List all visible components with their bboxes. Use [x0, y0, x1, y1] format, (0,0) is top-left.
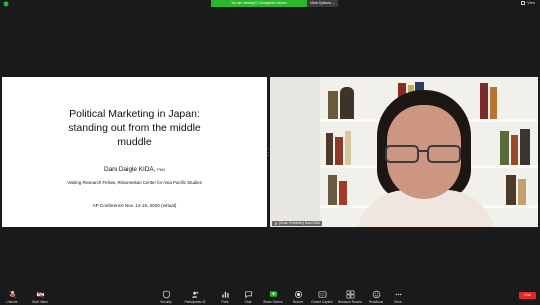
shield-icon	[162, 290, 170, 299]
slide-affiliation: Visiting Research Fellow, Ritsumeikan Ce…	[67, 180, 202, 185]
slide-title-line: standing out from the middle	[68, 122, 201, 134]
view-options-button[interactable]: View Options ⌄	[307, 0, 338, 7]
video-wall	[270, 77, 320, 227]
video-camera-off-icon	[36, 291, 44, 299]
participants-icon	[191, 291, 198, 298]
closed-caption-label: Closed Caption	[311, 300, 333, 304]
participant-name-tag: (Chair, Presenter) Dani KIDA	[272, 221, 322, 226]
breakout-rooms-icon	[346, 290, 354, 299]
chat-label: Chat	[244, 300, 252, 304]
shield-icon[interactable]	[3, 1, 9, 7]
record-icon	[294, 290, 302, 299]
record-label: Record	[292, 300, 304, 304]
start-video-label: Start Video	[32, 300, 48, 304]
grid-icon	[521, 1, 526, 5]
slide-title-line: muddle	[117, 136, 152, 148]
end-meeting-button[interactable]: End	[519, 292, 536, 299]
closed-caption-icon: CC	[318, 291, 326, 298]
top-bar: You are viewing D.Yokoyama's screen View…	[0, 0, 540, 9]
glasses	[385, 145, 461, 163]
chat-icon	[244, 291, 252, 299]
participants-label: Participants 42	[184, 300, 206, 304]
polls-icon	[221, 291, 229, 298]
participants-count: 42	[202, 300, 206, 304]
more-label: More	[394, 300, 402, 304]
svg-text:CC: CC	[320, 293, 325, 297]
slide-title: Political Marketing in Japan: standing o…	[2, 107, 267, 149]
participant-video: (Chair, Presenter) Dani KIDA	[270, 77, 538, 227]
polls-label: Polls	[221, 300, 229, 304]
slide-conference: AP Conference Nov. 14-15, 2020 (virtual)	[92, 203, 177, 208]
shared-slide: Political Marketing in Japan: standing o…	[2, 77, 267, 227]
author-degree: PhD	[157, 167, 166, 172]
microphone-muted-icon	[8, 290, 16, 299]
security-label: Security	[160, 300, 172, 304]
muted-mic-icon	[274, 221, 278, 226]
screen-share-banner: You are viewing D.Yokoyama's screen	[211, 0, 307, 7]
slide-title-line: Political Marketing in Japan:	[69, 108, 200, 120]
unmute-label: Unmute	[6, 300, 18, 304]
more-button[interactable]: More	[380, 288, 416, 305]
author-name: Dani Daigle KIDA,	[103, 166, 156, 173]
more-dots-icon	[395, 293, 401, 296]
participant-name: (Chair, Presenter) Dani KIDA	[279, 221, 320, 225]
slide-author: Dani Daigle KIDA, PhD	[2, 166, 267, 173]
view-button[interactable]: View	[521, 1, 535, 5]
share-screen-icon	[269, 291, 277, 297]
view-label: View	[527, 1, 535, 5]
start-video-button[interactable]: Start Video	[22, 288, 58, 305]
meeting-toolbar: Unmute Start Video Security Participants…	[0, 288, 540, 305]
